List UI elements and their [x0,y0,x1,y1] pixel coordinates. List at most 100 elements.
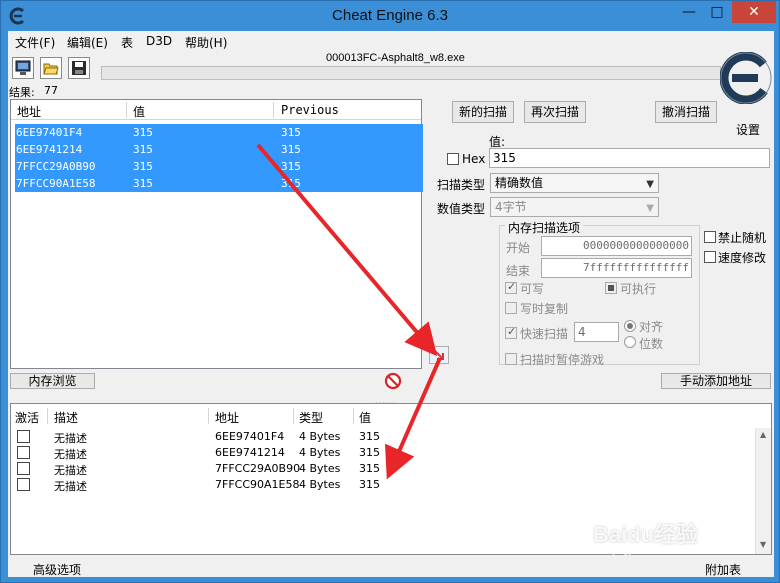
scroll-up-icon[interactable]: ▲ [760,430,766,439]
save-button[interactable] [68,57,90,79]
unrandomizer-label: 禁止随机 [718,231,767,245]
pause-game-label: 扫描时暂停游戏 [520,353,605,367]
executable-checkbox[interactable] [605,282,617,294]
memory-scan-options-title: 内存扫描选项 [505,219,584,236]
add-to-list-button[interactable] [429,346,449,364]
menu-edit[interactable]: 编辑(E) [67,34,108,51]
pause-game-checkbox[interactable] [505,353,517,365]
add-address-manually-button[interactable]: 手动添加地址 [661,373,771,389]
table-row[interactable]: 无描述 7FFCC29A0B90 4 Bytes 315 [11,461,751,477]
menu-d3d[interactable]: D3D [146,34,172,48]
stop-address-input[interactable]: 7fffffffffffffff [541,258,692,278]
last-digits-radio[interactable] [624,336,636,348]
active-checkbox[interactable] [17,462,30,475]
row-type: 4 Bytes [299,446,341,459]
scan-results-list[interactable]: 地址 值 Previous 6EE97401F4 315 315 6EE9741… [10,99,423,369]
column-address[interactable]: 地址 [17,103,41,120]
row-value: 315 [133,126,153,139]
menu-table[interactable]: 表 [121,34,133,51]
fast-scan-input[interactable]: 4 [574,322,619,342]
hex-checkbox[interactable] [447,153,459,165]
alignment-label: 对齐 [639,320,664,334]
column-description[interactable]: 描述 [54,409,78,426]
table-row[interactable]: 6EE9741214 315 315 [15,141,423,158]
table-row[interactable]: 无描述 6EE97401F4 4 Bytes 315 [11,429,751,445]
scroll-down-icon[interactable]: ▼ [760,540,766,549]
alignment-radio[interactable] [624,320,636,332]
status-bar: 高级选项 附加表 [8,557,774,577]
scan-type-select[interactable]: 精确数值 ▼ [490,173,659,193]
floppy-icon [72,61,86,75]
value-type-select[interactable]: 4字节 ▼ [490,197,659,217]
new-scan-button[interactable]: 新的扫描 [452,101,514,123]
maximize-button[interactable]: □ [703,1,731,23]
row-type: 4 Bytes [299,430,341,443]
fast-scan-checkbox[interactable] [505,325,517,339]
chevron-down-icon: ▼ [646,179,654,190]
row-value: 315 [359,462,380,475]
column-value[interactable]: 值 [133,103,145,120]
copy-on-write-checkbox[interactable] [505,302,517,314]
arrow-down-right-icon [433,349,444,360]
close-button[interactable]: ✕ [732,1,776,23]
column-address[interactable]: 地址 [215,409,239,426]
active-checkbox[interactable] [17,478,30,491]
active-checkbox[interactable] [17,430,30,443]
active-checkbox[interactable] [17,446,30,459]
address-list[interactable]: 激活 描述 地址 类型 值 无描述 6EE97401F4 4 Bytes 315… [10,403,772,555]
memory-view-button[interactable]: 内存浏览 [10,373,95,389]
value-type-value: 4字节 [495,200,527,214]
writable-checkbox[interactable] [505,280,517,294]
column-previous[interactable]: Previous [281,103,339,117]
scan-type-value: 精确数值 [495,176,544,190]
row-value: 315 [359,478,380,491]
start-address-input[interactable]: 0000000000000000 [541,236,692,256]
open-file-button[interactable] [40,57,62,79]
minimize-button[interactable]: — [675,1,703,23]
chevron-down-icon: ▼ [646,203,654,214]
column-active[interactable]: 激活 [15,409,39,426]
address-list-scrollbar[interactable]: ▲ ▼ [755,428,771,554]
clear-list-icon[interactable] [384,372,402,390]
row-address: 6EE9741214 [16,143,83,156]
computer-icon [15,60,31,75]
speedhack-checkbox[interactable] [704,251,716,263]
row-address: 6EE9741214 [215,446,285,459]
folder-open-icon [43,63,59,75]
column-type[interactable]: 类型 [299,409,323,426]
row-previous: 315 [281,177,301,190]
row-value: 315 [133,160,153,173]
row-address: 7FFCC29A0B90 [16,160,96,173]
table-row[interactable]: 7FFCC29A0B90 315 315 [15,158,423,175]
table-extras-link[interactable]: 附加表 [705,561,741,578]
advanced-options-link[interactable]: 高级选项 [33,561,81,578]
cheat-engine-logo[interactable] [720,52,772,104]
table-row[interactable]: 无描述 7FFCC90A1E58 4 Bytes 315 [11,477,751,493]
last-digits-label: 位数 [639,337,664,351]
executable-label: 可执行 [620,282,657,296]
fast-scan-label: 快速扫描 [520,327,569,341]
settings-label[interactable]: 设置 [736,121,760,138]
row-address: 7FFCC29A0B90 [215,462,301,475]
undo-scan-button[interactable]: 撤消扫描 [655,101,717,123]
row-description: 无描述 [54,464,87,477]
scan-progress-bar [101,66,721,80]
unrandomizer-checkbox[interactable] [704,231,716,243]
row-address: 7FFCC90A1E58 [16,177,96,190]
table-row[interactable]: 7FFCC90A1E58 315 315 [15,175,423,192]
row-previous: 315 [281,160,301,173]
table-row[interactable]: 6EE97401F4 315 315 [15,124,423,141]
writable-label: 可写 [520,282,545,296]
value-type-label: 数值类型 [437,202,486,216]
table-row[interactable]: 无描述 6EE9741214 4 Bytes 315 [11,445,751,461]
value-input[interactable]: 315 [489,148,770,168]
menu-file[interactable]: 文件(F) [15,34,55,51]
next-scan-button[interactable]: 再次扫描 [524,101,586,123]
menu-help[interactable]: 帮助(H) [185,34,227,51]
row-value: 315 [133,177,153,190]
select-process-button[interactable] [12,57,34,79]
column-value[interactable]: 值 [359,409,371,426]
process-name: 000013FC-Asphalt8_w8.exe [326,52,465,64]
row-address: 7FFCC90A1E58 [215,478,300,491]
results-count: 77 [44,84,58,97]
